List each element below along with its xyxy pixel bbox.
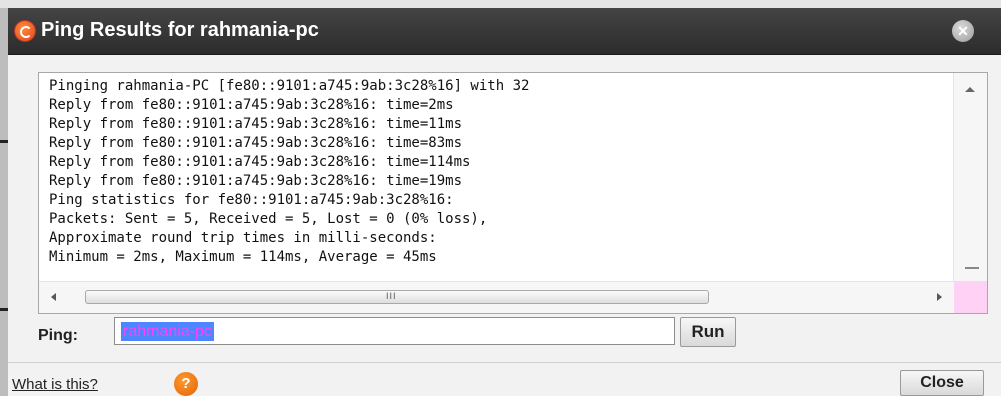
background-top-strip — [0, 0, 1001, 8]
scroll-right-icon[interactable] — [937, 293, 942, 301]
background-left-strip — [0, 8, 8, 396]
what-is-this-link[interactable]: What is this? — [12, 376, 98, 393]
scroll-grip: III — [386, 291, 397, 301]
horizontal-scrollbar[interactable]: III — [39, 281, 954, 313]
dialog-title: Ping Results for rahmania-pc — [41, 19, 319, 41]
app-icon — [15, 21, 35, 41]
ping-host-value: rahmania-pc — [121, 322, 214, 341]
help-icon[interactable]: ? — [174, 372, 198, 396]
left-strip-mark — [0, 140, 8, 143]
vertical-scrollbar[interactable] — [953, 73, 987, 281]
horizontal-scroll-thumb[interactable]: III — [85, 290, 709, 304]
scrollbar-corner — [954, 281, 987, 313]
footer-divider — [8, 362, 1001, 363]
ping-output-box[interactable]: Pinging rahmania-PC [fe80::9101:a745:9ab… — [38, 72, 988, 314]
scroll-up-icon[interactable] — [965, 87, 975, 92]
ping-results-dialog: Ping Results for rahmania-pc ✕ Pinging r… — [8, 8, 1001, 396]
close-icon[interactable]: ✕ — [952, 20, 974, 42]
left-strip-mark — [0, 308, 8, 311]
close-button[interactable]: Close — [900, 370, 984, 396]
ping-host-input[interactable]: rahmania-pc — [114, 317, 675, 345]
ping-output-text: Pinging rahmania-PC [fe80::9101:a745:9ab… — [49, 78, 530, 265]
dialog-titlebar[interactable]: Ping Results for rahmania-pc ✕ — [8, 8, 1001, 55]
run-button[interactable]: Run — [680, 317, 736, 347]
scroll-down-icon[interactable] — [965, 267, 979, 269]
scroll-left-icon[interactable] — [51, 293, 56, 301]
ping-label: Ping: — [38, 327, 78, 344]
